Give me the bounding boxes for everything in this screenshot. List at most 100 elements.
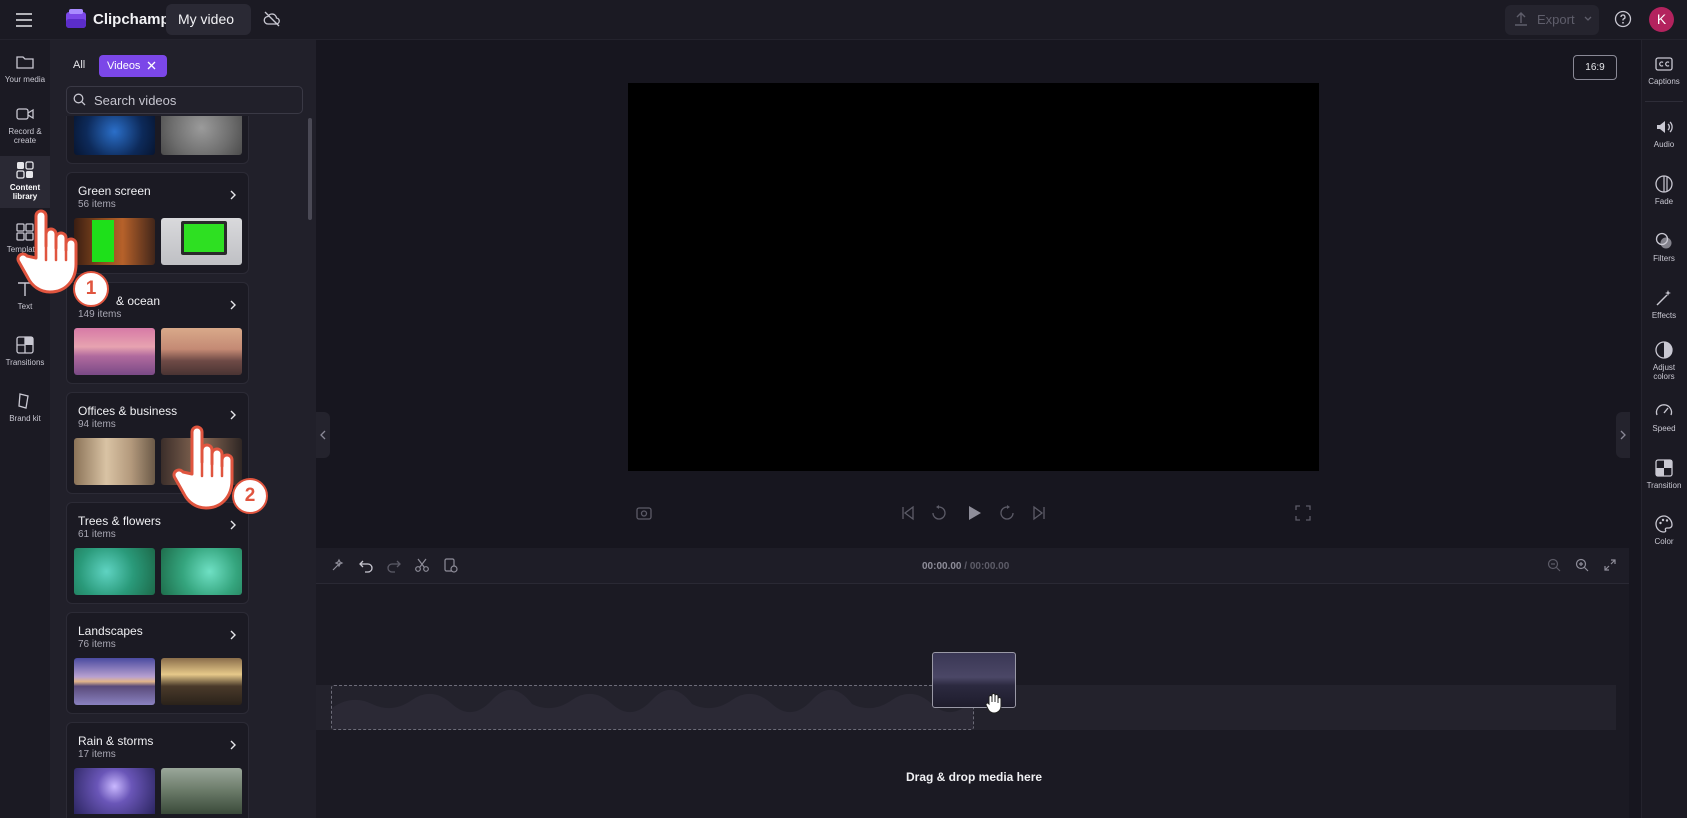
rail-item-audio[interactable]: Audio [1641,117,1687,149]
zoom-in-icon[interactable] [1574,557,1590,573]
undo-icon[interactable] [358,557,374,573]
adjust-colors-icon [1654,340,1674,360]
forward-5-icon[interactable] [998,504,1016,522]
skip-forward-icon[interactable] [1030,504,1048,522]
close-icon[interactable] [146,60,157,71]
rail-item-transitions[interactable]: Transitions [0,335,50,381]
video-thumbnail[interactable] [74,328,155,375]
filters-icon [1654,231,1674,251]
category-card-trees-flowers[interactable]: Trees & flowers 61 items [66,502,249,604]
video-thumbnail[interactable] [161,116,242,155]
search-videos-input[interactable] [66,86,303,114]
category-count: 17 items [78,749,116,760]
video-thumbnail[interactable] [161,768,242,814]
rail-label: Text [17,302,33,311]
video-thumbnail[interactable] [74,116,155,155]
rail-item-brand-kit[interactable]: Brand kit [0,391,50,437]
zoom-out-icon[interactable] [1546,557,1562,573]
category-count: 149 items [78,309,122,320]
rail-label: Fade [1654,197,1674,206]
rail-item-transition[interactable]: Transition [1641,458,1687,490]
rail-item-filters[interactable]: Filters [1641,231,1687,263]
fade-icon [1654,174,1674,194]
category-count: 76 items [78,639,116,650]
user-avatar[interactable]: K [1649,7,1674,32]
category-title: Landscapes [78,624,143,638]
rail-item-record-create[interactable]: Record & create [0,104,50,150]
fullscreen-icon[interactable] [1294,504,1312,522]
video-preview-canvas[interactable] [628,83,1319,471]
category-card-partial[interactable] [66,116,249,164]
rewind-5-icon[interactable] [930,504,948,522]
split-scissors-icon[interactable] [414,557,430,573]
rail-item-effects[interactable]: Effects [1641,288,1687,320]
rail-item-fade[interactable]: Fade [1641,174,1687,206]
filter-all-chip[interactable]: All [73,59,85,71]
screenshot-icon[interactable] [635,504,653,522]
help-icon[interactable] [1614,10,1632,28]
tutorial-hand-pointer-icon [14,206,82,296]
rail-item-adjust-colors[interactable]: Adjust colors [1641,340,1687,381]
video-thumbnail[interactable] [74,658,155,705]
timecode: 00:00.00 / 00:00.00 [922,561,1009,572]
video-thumbnail[interactable] [74,438,155,485]
category-card-landscapes[interactable]: Landscapes 76 items [66,612,249,714]
category-card-rain-storms[interactable]: Rain & storms 17 items [66,722,249,818]
rail-label: Adjust colors [1652,363,1676,381]
redo-icon[interactable] [386,557,402,573]
top-bar [0,0,1687,40]
chevron-right-icon [228,189,238,201]
captions-icon [1654,54,1674,74]
category-title: Rain & storms [78,734,154,748]
rail-label: Record & create [8,127,42,145]
video-thumbnail[interactable] [74,218,155,265]
fit-timeline-icon[interactable] [1602,557,1618,573]
brand-kit-icon [15,391,35,411]
rail-item-speed[interactable]: Speed [1641,401,1687,433]
video-thumbnail[interactable] [161,548,242,595]
category-title: Offices & business [78,404,178,418]
category-title: & ocean [116,294,161,308]
video-thumbnail[interactable] [74,768,155,814]
export-label: Export [1537,12,1575,27]
category-card-green-screen[interactable]: Green screen 56 items [66,172,249,274]
rail-item-captions[interactable]: Captions [1641,54,1687,86]
media-drop-zone[interactable] [331,685,974,730]
category-count: 94 items [78,419,116,430]
audio-icon [1654,117,1674,137]
cloud-off-icon[interactable] [263,10,281,28]
rail-label: Brand kit [9,414,41,423]
collapse-left-panel-handle[interactable] [316,412,330,458]
tutorial-hand-pointer-icon [170,422,238,512]
delete-icon[interactable] [442,557,458,573]
collapse-right-panel-handle[interactable] [1616,412,1630,458]
total-time: / 00:00.00 [964,561,1010,572]
rail-item-your-media[interactable]: Your media [0,52,50,98]
rail-label: Content library [9,183,41,201]
category-title: Green screen [78,184,151,198]
rail-item-content-library[interactable]: Content library [0,156,50,208]
magic-wand-icon[interactable] [330,557,346,573]
video-thumbnail[interactable] [161,328,242,375]
video-thumbnail[interactable] [74,548,155,595]
category-count: 56 items [78,199,116,210]
camera-icon [15,104,35,124]
rail-label: Audio [1653,140,1675,149]
play-icon[interactable] [964,503,984,523]
search-icon [73,93,86,106]
app-name: Clipchamp [93,11,170,28]
project-title[interactable]: My video [178,11,234,27]
library-scrollbar[interactable] [308,118,312,220]
chevron-right-icon [228,409,238,421]
rail-item-color[interactable]: Color [1641,514,1687,546]
chevron-right-icon [228,629,238,641]
chevron-right-icon [228,519,238,531]
clipchamp-logo-icon [65,8,87,30]
video-thumbnail[interactable] [161,218,242,265]
video-thumbnail[interactable] [161,658,242,705]
aspect-ratio-button[interactable]: 16:9 [1573,55,1617,80]
transition-icon [1654,458,1674,478]
skip-back-icon[interactable] [899,504,917,522]
rail-label: Color [1654,537,1674,546]
hamburger-menu-icon[interactable] [14,10,34,30]
